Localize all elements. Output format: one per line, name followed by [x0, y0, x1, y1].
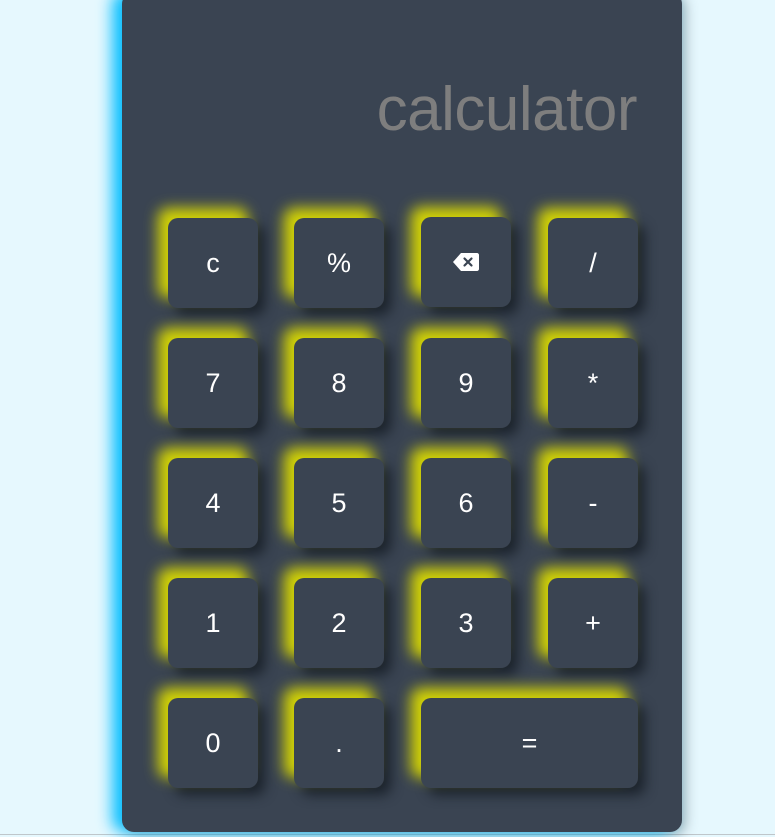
digit-6-button[interactable]: 6	[421, 458, 511, 548]
digit-2-button[interactable]: 2	[294, 578, 384, 668]
add-button[interactable]: +	[548, 578, 638, 668]
digit-5-button[interactable]: 5	[294, 458, 384, 548]
calculator-panel: calculator c % / 7 8 9 * 4 5 6 - 1 2 3 +…	[122, 0, 682, 832]
clear-button[interactable]: c	[168, 218, 258, 308]
page-bottom-border	[0, 834, 775, 835]
digit-1-button[interactable]: 1	[168, 578, 258, 668]
digit-4-button[interactable]: 4	[168, 458, 258, 548]
digit-7-button[interactable]: 7	[168, 338, 258, 428]
digit-0-button[interactable]: 0	[168, 698, 258, 788]
backspace-icon	[453, 253, 479, 271]
calculator-display: calculator	[376, 75, 638, 144]
percent-button[interactable]: %	[294, 218, 384, 308]
digit-8-button[interactable]: 8	[294, 338, 384, 428]
decimal-button[interactable]: .	[294, 698, 384, 788]
divide-button[interactable]: /	[548, 218, 638, 308]
digit-3-button[interactable]: 3	[421, 578, 511, 668]
subtract-button[interactable]: -	[548, 458, 638, 548]
backspace-button[interactable]	[421, 217, 511, 307]
multiply-button[interactable]: *	[548, 338, 638, 428]
equals-button[interactable]: =	[421, 698, 638, 788]
digit-9-button[interactable]: 9	[421, 338, 511, 428]
